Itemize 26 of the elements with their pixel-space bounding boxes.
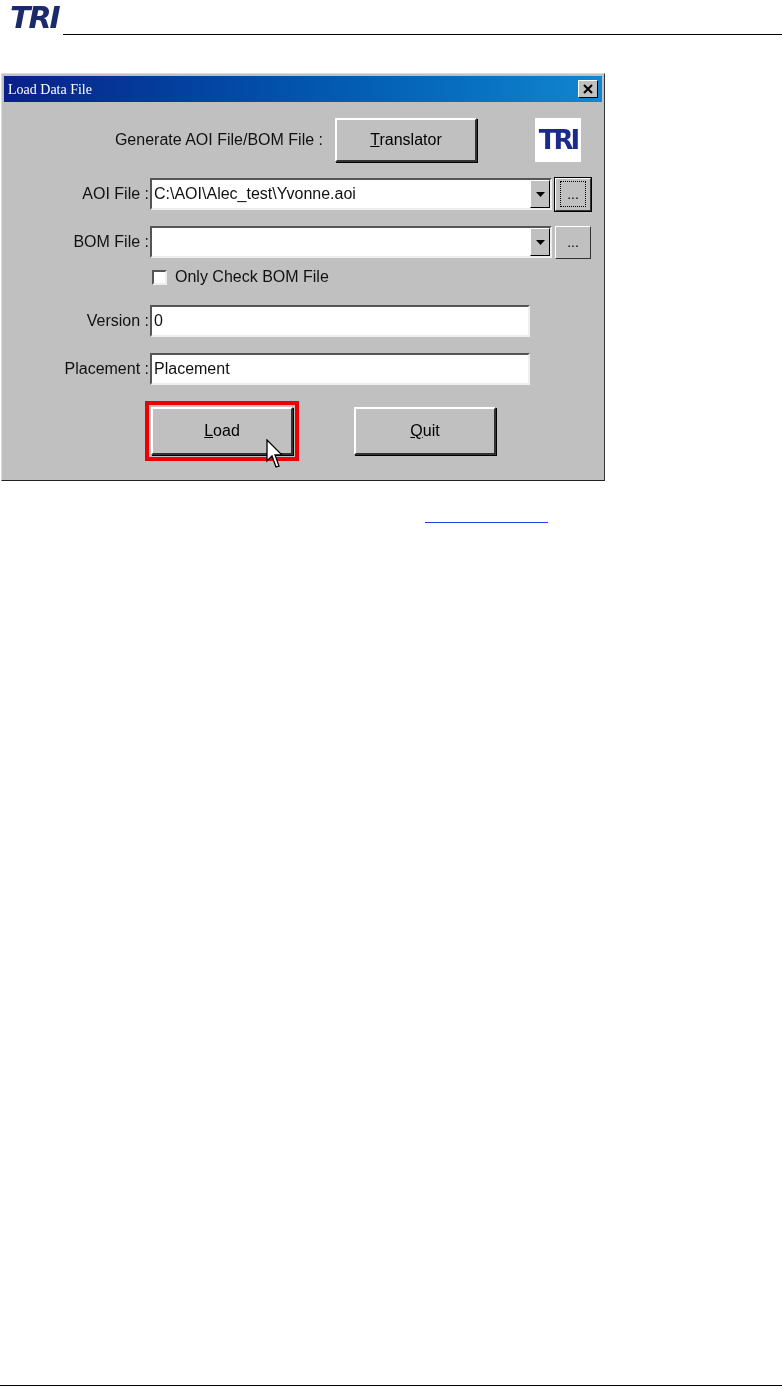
- quit-button[interactable]: Quit: [354, 407, 496, 455]
- text-field[interactable]: 0: [150, 305, 530, 337]
- checkbox-label: Only Check BOM File: [175, 267, 329, 287]
- combo-box[interactable]: C:\AOI\Alec_test\Yvonne.aoi: [150, 178, 552, 210]
- caret-icon: [535, 239, 545, 245]
- text-field[interactable]: Placement: [150, 353, 530, 385]
- browse-button[interactable]: ...: [555, 225, 591, 259]
- field-label: AOI File :: [81, 184, 150, 204]
- field-label: Placement :: [63, 359, 150, 379]
- translator-button[interactable]: Translator: [335, 118, 477, 162]
- field-label: Version :: [85, 311, 150, 331]
- dropdown-button[interactable]: [530, 228, 550, 256]
- generate-label: Generate AOI File/BOM File :: [113, 130, 324, 150]
- browse-button[interactable]: ...: [555, 177, 591, 211]
- close-icon: [583, 84, 593, 94]
- caret-icon: [535, 191, 545, 197]
- load-button[interactable]: Load: [151, 407, 293, 455]
- dropdown-button[interactable]: [530, 180, 550, 208]
- window-title: Load Data File: [8, 80, 92, 99]
- field-label: BOM File :: [72, 232, 150, 252]
- combo-box[interactable]: [150, 226, 552, 258]
- close-button[interactable]: [578, 80, 598, 98]
- tri-logo: TRI: [535, 118, 581, 162]
- field-value: C:\AOI\Alec_test\Yvonne.aoi: [154, 184, 357, 204]
- checkbox[interactable]: [152, 269, 167, 285]
- tri-logo: TRI: [10, 5, 59, 31]
